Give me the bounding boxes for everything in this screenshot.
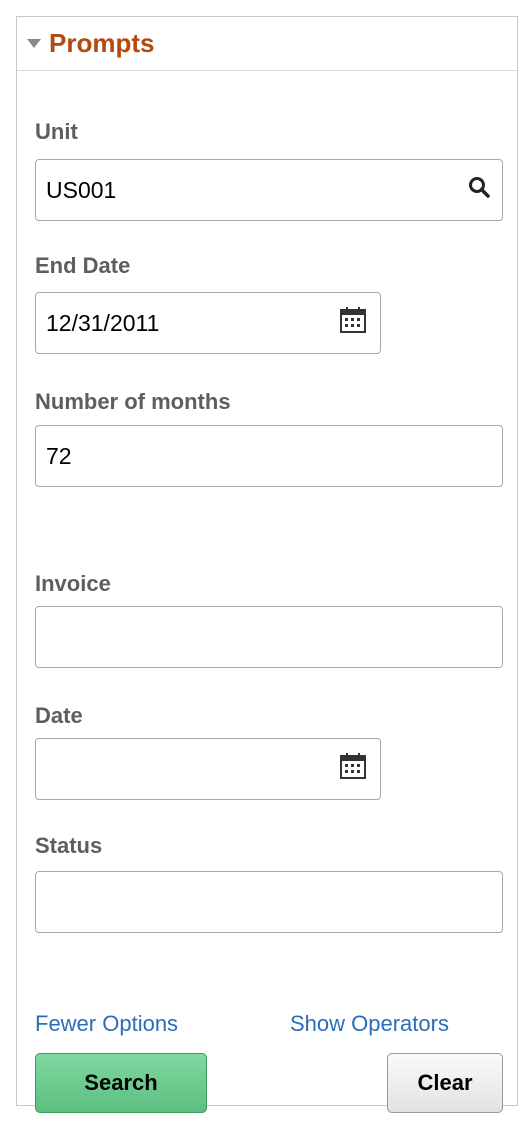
show-operators-link[interactable]: Show Operators — [290, 1011, 449, 1037]
prompts-header[interactable]: Prompts — [17, 17, 517, 71]
unit-label: Unit — [35, 119, 78, 144]
invoice-input[interactable] — [35, 606, 503, 668]
calendar-icon[interactable] — [338, 305, 368, 341]
search-button[interactable]: Search — [35, 1053, 207, 1113]
date-input[interactable] — [35, 738, 381, 800]
prompts-panel: Prompts Unit US001 End Date 12/31/2011 N… — [16, 16, 518, 1113]
end-date-label: End Date — [35, 253, 131, 278]
end-date-value: 12/31/2011 — [46, 309, 160, 336]
months-input[interactable]: 72 — [35, 425, 503, 487]
calendar-icon[interactable] — [338, 751, 368, 787]
unit-value: US001 — [46, 176, 117, 203]
end-date-input[interactable]: 12/31/2011 — [35, 292, 381, 354]
invoice-label: Invoice — [35, 571, 111, 596]
status-label: Status — [35, 833, 103, 858]
months-label: Number of months — [35, 389, 231, 414]
status-input[interactable] — [35, 871, 503, 933]
date-label: Date — [35, 703, 83, 728]
clear-button[interactable]: Clear — [387, 1053, 503, 1113]
unit-input[interactable]: US001 — [35, 159, 503, 221]
search-icon[interactable] — [468, 176, 490, 204]
caret-down-icon — [27, 39, 41, 48]
fewer-options-link[interactable]: Fewer Options — [35, 1011, 178, 1037]
prompts-title: Prompts — [49, 28, 155, 58]
months-value: 72 — [46, 442, 72, 469]
